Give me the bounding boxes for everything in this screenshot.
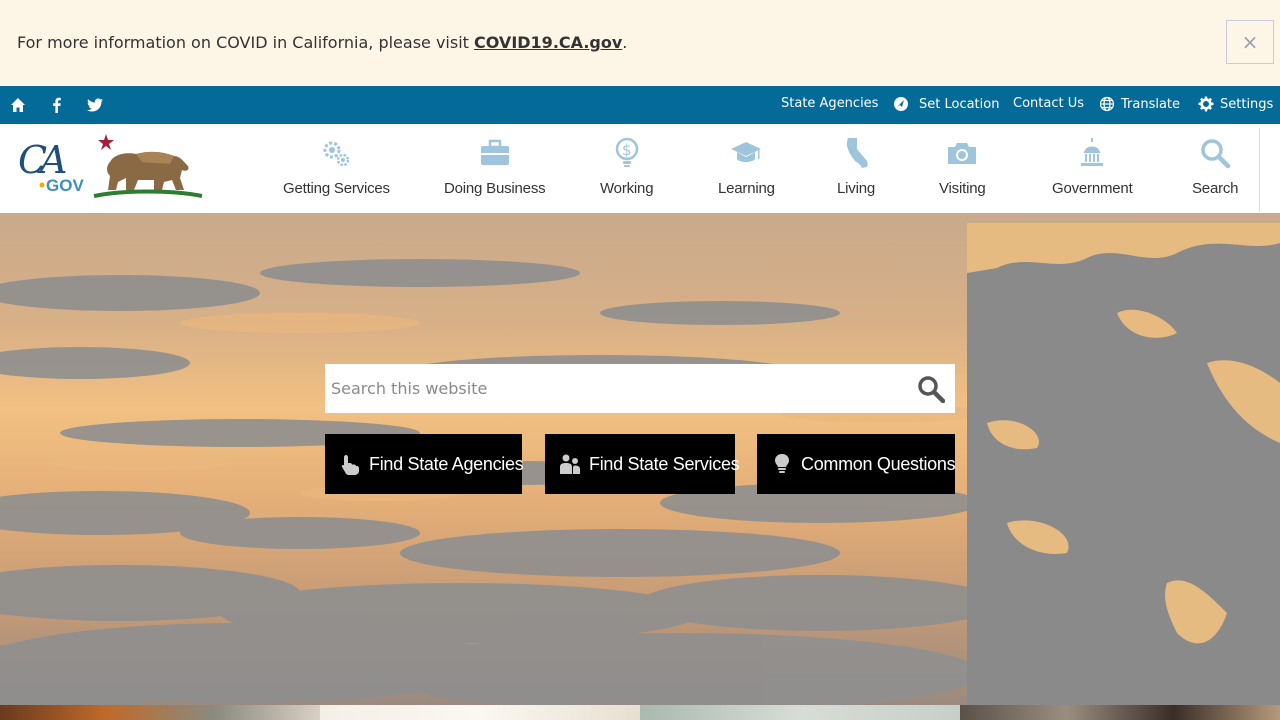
search-icon [1201,139,1231,169]
close-alert-button[interactable]: × [1226,20,1274,64]
graduation-cap-icon [731,142,762,162]
alert-message: For more information on COVID in Califor… [17,33,627,52]
camera-icon [948,143,977,164]
nav-label: Doing Business [444,180,546,197]
nav-working[interactable]: $ Working [600,136,654,197]
svg-text:$: $ [622,141,632,159]
covid-link[interactable]: COVID19.CA.gov [474,33,622,52]
contact-us-label: Contact Us [1013,96,1084,111]
quick-link-label: Find State Services [589,453,740,474]
quick-link-label: Find State Agencies [369,453,524,474]
capitol-icon [1081,138,1104,166]
photo-tile[interactable] [0,705,320,720]
search-submit-button[interactable] [915,373,947,405]
set-location-label: Set Location [919,96,1000,112]
dollar-bulb-icon: $ [615,137,638,167]
nav-label: Living [837,180,875,197]
nav-living[interactable]: Living [837,136,875,197]
state-agencies-label: State Agencies [781,96,879,111]
hero-side-panel [967,223,1280,705]
nav-search[interactable]: Search [1192,136,1239,197]
find-state-agencies-button[interactable]: Find State Agencies [325,434,524,494]
briefcase-icon [480,139,509,165]
translate-link[interactable]: Translate [1099,96,1180,112]
find-state-services-button[interactable]: Find State Services [545,434,740,494]
photo-tiles-strip [0,705,1280,720]
pointer-hand-icon [341,455,359,475]
photo-tile[interactable] [960,705,1280,720]
nav-label: Learning [718,180,775,197]
nav-learning[interactable]: Learning [718,136,775,197]
people-icon [560,454,580,474]
search-icon [918,376,945,403]
nav-label: Visiting [939,180,986,197]
state-agencies-link[interactable]: State Agencies [781,96,878,111]
facebook-icon [53,97,61,113]
gear-icon [1198,96,1214,112]
globe-icon [1099,96,1115,112]
translate-label: Translate [1121,96,1181,112]
gears-icon [323,141,350,167]
nav-government[interactable]: Government [1052,136,1133,197]
home-button[interactable] [1,86,35,124]
site-search-box [325,364,955,413]
site-header: C A GOV Getting Services Doing Business … [0,124,1280,213]
photo-tile[interactable] [640,705,960,720]
svg-text:GOV: GOV [46,176,84,194]
nav-getting-services[interactable]: Getting Services [283,136,390,197]
set-location-link[interactable]: Set Location [893,96,999,112]
settings-label: Settings [1220,96,1274,112]
lightbulb-icon [775,454,789,473]
california-bear-logo [92,132,204,200]
nav-label: Government [1052,180,1133,197]
photo-tile[interactable] [320,705,640,720]
utility-bar: State Agencies Set Location Contact Us T… [0,86,1280,124]
nav-label: Search [1192,180,1239,197]
ca-gov-logo[interactable]: C A GOV [14,135,87,195]
california-icon [846,138,868,168]
nav-label: Working [600,180,654,197]
twitter-icon [87,98,103,112]
settings-link[interactable]: Settings [1198,96,1273,112]
alert-text: For more information on COVID in Califor… [17,33,475,52]
quick-link-label: Common Questions [801,453,956,474]
facebook-button[interactable] [40,86,74,124]
nav-label: Getting Services [283,180,390,197]
contact-us-link[interactable]: Contact Us [1013,96,1084,111]
header-edge-panel [1259,128,1280,212]
alert-period: . [622,33,628,52]
home-icon [11,98,25,112]
hero-banner: Find State Agencies Find State Services … [0,213,1280,705]
nav-doing-business[interactable]: Doing Business [444,136,546,197]
search-input[interactable] [331,376,801,400]
common-questions-button[interactable]: Common Questions [757,434,956,494]
location-icon [894,97,908,111]
nav-visiting[interactable]: Visiting [939,136,986,197]
twitter-button[interactable] [78,86,112,124]
covid-alert-banner: For more information on COVID in Califor… [0,0,1280,86]
